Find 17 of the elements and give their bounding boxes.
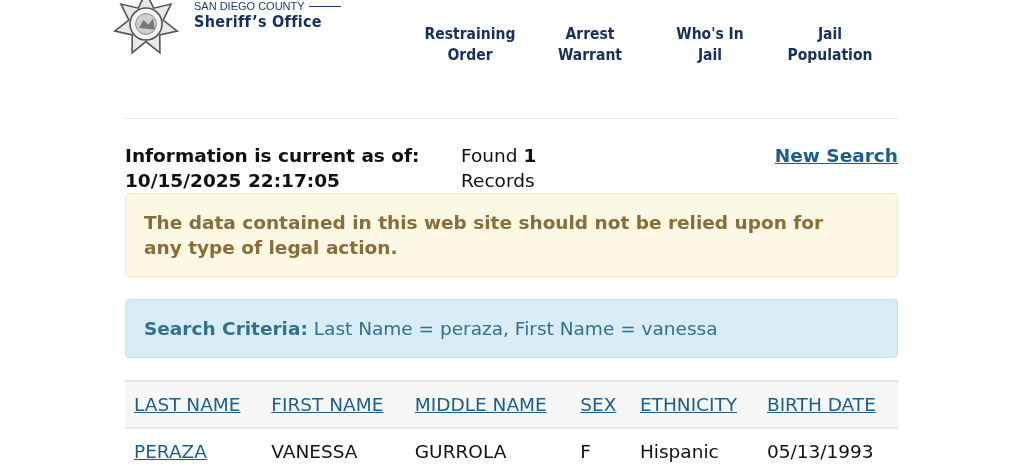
table-cell: VANESSA — [262, 428, 406, 474]
table-cell: F — [571, 428, 631, 474]
nav-link[interactable]: Jail Population — [770, 24, 890, 66]
nav-link[interactable]: Who's In Jail — [650, 24, 770, 66]
info-current-text: Information is current as of: 10/15/2025 22:17:05 — [125, 144, 421, 193]
nav-link[interactable]: Restraining Order — [410, 24, 530, 66]
warning-alert: The data contained in this web site should not be relied upon for any type of legal action. — [125, 193, 898, 277]
nav-link[interactable]: Arrest Warrant — [530, 24, 650, 66]
table-cell: Hispanic — [630, 428, 758, 474]
inmate-name-link[interactable]: PERAZA — [134, 441, 207, 462]
new-search-link[interactable]: New Search — [774, 143, 898, 168]
table-cell: GURROLA — [405, 428, 572, 474]
found-count-text: Found 1 Records — [461, 144, 538, 193]
logo-subtitle: SAN DIEGO COUNTY — [194, 0, 305, 12]
logo-title: Sheriff’s Office — [194, 12, 323, 31]
search-criteria-alert: Search Criteria: Last Name = peraza, First Name = vanessa — [125, 299, 898, 358]
table-cell: 05/13/1993 — [757, 428, 898, 474]
